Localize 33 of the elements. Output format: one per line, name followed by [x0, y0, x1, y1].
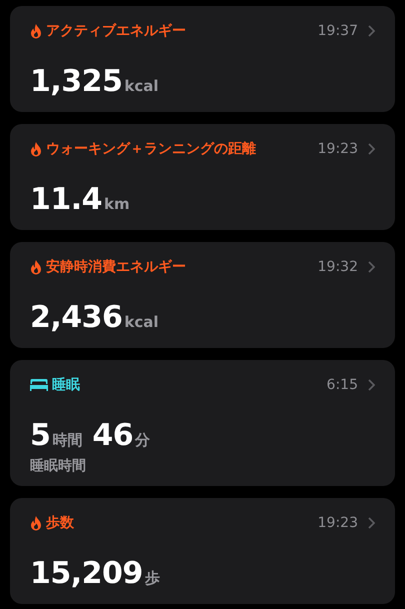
- value-number: 5: [30, 418, 50, 454]
- card-title: ウォーキング＋ランニングの距離: [46, 140, 256, 158]
- time-label: 6:15: [326, 376, 358, 394]
- card-title: アクティブエネルギー: [46, 22, 186, 40]
- card-title: 歩数: [46, 514, 74, 532]
- chevron-icon: [368, 143, 375, 155]
- unit-label: 時間: [52, 430, 82, 451]
- unit-label: kcal: [124, 312, 159, 333]
- unit-label: 分: [135, 430, 150, 451]
- caption-label: 睡眠時間: [30, 457, 87, 476]
- value-number: 46: [92, 418, 134, 454]
- unit-label: kcal: [124, 76, 159, 97]
- card-title: 睡眠: [52, 376, 80, 394]
- summary-card[interactable]: ウォーキング＋ランニングの距離 19:23 11.4 km: [10, 124, 395, 230]
- value-number: 11.4: [30, 182, 102, 218]
- time-label: 19:37: [318, 22, 358, 40]
- card-title: 安静時消費エネルギー: [46, 258, 186, 276]
- chevron-icon: [368, 379, 375, 391]
- unit-label: km: [104, 194, 130, 215]
- time-label: 19:23: [318, 514, 358, 532]
- chevron-icon: [368, 25, 375, 37]
- summary-card[interactable]: 安静時消費エネルギー 19:32 2,436 kcal: [10, 242, 395, 348]
- summary-card[interactable]: アクティブエネルギー 19:37 1,325 kcal: [10, 6, 395, 112]
- time-label: 19:32: [318, 258, 358, 276]
- unit-label: 歩: [144, 568, 160, 589]
- summary-card[interactable]: 歩数 19:23 15,209 歩: [10, 498, 395, 604]
- summary-card[interactable]: 睡眠 6:15 5 時間 46分 睡眠時間: [10, 360, 395, 486]
- chevron-icon: [368, 261, 375, 273]
- value-number: 2,436: [30, 300, 122, 336]
- value-number: 15,209: [30, 556, 143, 592]
- time-label: 19:23: [318, 140, 358, 158]
- value-number: 1,325: [30, 64, 122, 100]
- chevron-icon: [368, 517, 375, 529]
